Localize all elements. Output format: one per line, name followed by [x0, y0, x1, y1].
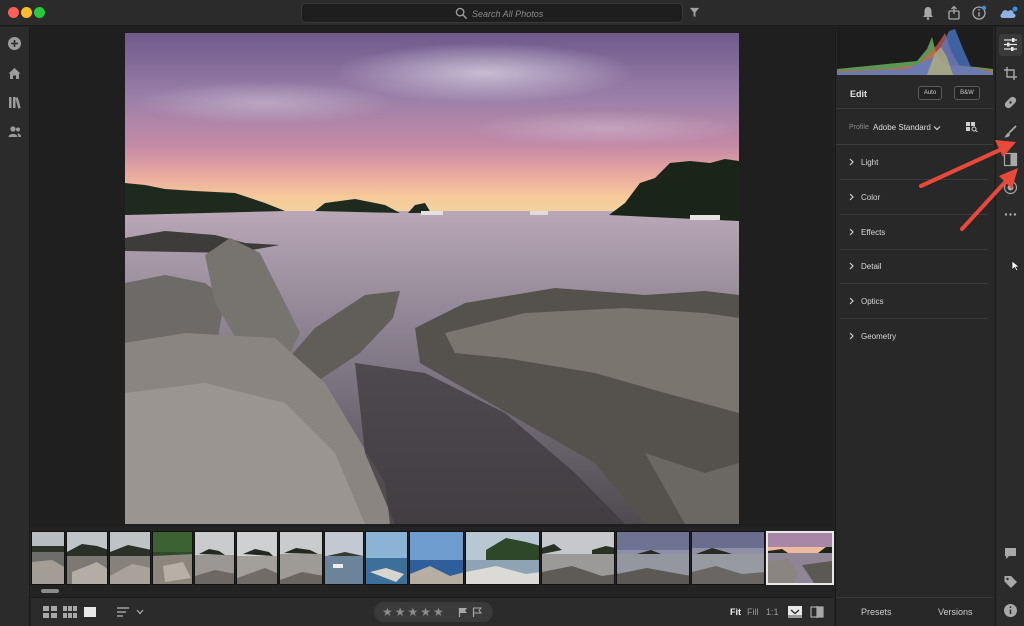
- filmstrip-thumbnail[interactable]: [324, 531, 364, 585]
- filmstrip-thumbnail[interactable]: [409, 531, 464, 585]
- flag-reject-icon[interactable]: [472, 607, 482, 617]
- versions-button[interactable]: Versions: [938, 607, 973, 617]
- chevron-right-icon: [849, 332, 854, 340]
- left-rail: [0, 27, 30, 626]
- filmstrip-thumbnail[interactable]: [194, 531, 235, 585]
- edit-panel: Edit Auto B&W Profile Adobe Standard Lig…: [835, 27, 994, 626]
- radial-gradient-icon[interactable]: [1003, 180, 1018, 195]
- profile-dropdown[interactable]: Adobe Standard: [873, 123, 931, 132]
- info-icon[interactable]: [971, 5, 987, 21]
- section-label: Color: [861, 193, 881, 202]
- lightroom-app: ★★★★★ Fit Fill 1:1: [0, 0, 1024, 626]
- landscape-photo-image: [125, 33, 739, 524]
- section-optics[interactable]: Optics: [836, 284, 993, 319]
- chevron-right-icon: [849, 297, 854, 305]
- mouse-cursor-icon: [1011, 260, 1021, 272]
- filter-icon[interactable]: [689, 7, 700, 18]
- filmstrip-scrollbar[interactable]: [41, 589, 59, 593]
- filmstrip-thumbnail[interactable]: [616, 531, 690, 585]
- window-close-button[interactable]: [8, 7, 19, 18]
- section-light[interactable]: Light: [836, 145, 993, 180]
- bell-icon[interactable]: [920, 5, 936, 21]
- chevron-right-icon: [849, 228, 854, 236]
- library-icon[interactable]: [7, 95, 22, 110]
- panel-divider: [836, 108, 993, 109]
- chevron-down-icon[interactable]: [135, 606, 145, 618]
- filmstrip-thumbnail[interactable]: [465, 531, 540, 585]
- histogram: [837, 27, 993, 75]
- zoom-fill-option[interactable]: Fill: [747, 607, 759, 617]
- section-label: Optics: [861, 297, 884, 306]
- filmstrip-thumbnail[interactable]: [109, 531, 151, 585]
- main-photo[interactable]: [125, 33, 739, 524]
- search-icon: [455, 7, 468, 20]
- zoom-1to1-option[interactable]: 1:1: [766, 607, 779, 617]
- filmstrip: [31, 527, 834, 597]
- home-icon[interactable]: [7, 66, 22, 81]
- chevron-right-icon: [849, 262, 854, 270]
- healing-icon[interactable]: [1003, 95, 1018, 110]
- flag-pick-icon[interactable]: [458, 607, 468, 617]
- people-icon[interactable]: [7, 124, 22, 139]
- compare-icon[interactable]: [810, 606, 824, 618]
- section-color[interactable]: Color: [836, 180, 993, 215]
- info-icon[interactable]: [1003, 603, 1018, 618]
- edit-sliders-icon[interactable]: [1003, 37, 1018, 52]
- section-geometry[interactable]: Geometry: [836, 319, 993, 354]
- profile-label: Profile: [849, 124, 869, 131]
- filmstrip-thumbnail[interactable]: [66, 531, 108, 585]
- single-view-icon[interactable]: [83, 606, 97, 618]
- chevron-right-icon: [849, 193, 854, 201]
- tool-strip: [995, 27, 1024, 626]
- section-effects[interactable]: Effects: [836, 215, 993, 250]
- filmstrip-thumbnail[interactable]: [236, 531, 278, 585]
- grid-small-icon[interactable]: [43, 606, 57, 618]
- sort-icon[interactable]: [116, 606, 130, 618]
- star-rating[interactable]: ★★★★★: [382, 605, 446, 619]
- section-detail[interactable]: Detail: [836, 249, 993, 284]
- profile-browser-icon[interactable]: [966, 122, 978, 132]
- rating-control: ★★★★★: [374, 602, 493, 622]
- add-photos-icon[interactable]: [7, 36, 22, 51]
- filmstrip-toggle-icon[interactable]: [788, 606, 802, 618]
- share-icon[interactable]: [946, 5, 962, 21]
- filmstrip-thumbnail[interactable]: [541, 531, 615, 585]
- section-label: Effects: [861, 228, 886, 237]
- comments-icon[interactable]: [1003, 546, 1018, 561]
- filmstrip-thumbnail[interactable]: [152, 531, 193, 585]
- section-label: Geometry: [861, 332, 897, 341]
- chevron-down-icon[interactable]: [933, 124, 941, 132]
- more-icon[interactable]: [1003, 207, 1018, 222]
- presets-button[interactable]: Presets: [861, 607, 892, 617]
- linear-gradient-icon[interactable]: [1003, 152, 1018, 167]
- filmstrip-thumbnail[interactable]: [31, 531, 65, 585]
- cloud-icon[interactable]: [998, 5, 1018, 21]
- filmstrip-thumbnail[interactable]: [365, 531, 408, 585]
- brush-icon[interactable]: [1003, 124, 1018, 139]
- filmstrip-thumbnail-selected[interactable]: [766, 531, 834, 585]
- filmstrip-thumbnail[interactable]: [279, 531, 323, 585]
- grid-large-icon[interactable]: [63, 606, 77, 618]
- bottom-toolbar: ★★★★★ Fit Fill 1:1: [31, 597, 834, 626]
- chevron-right-icon: [849, 158, 854, 166]
- filmstrip-thumbnail[interactable]: [691, 531, 765, 585]
- keyword-icon[interactable]: [1003, 574, 1018, 589]
- crop-icon[interactable]: [1003, 66, 1018, 81]
- search-input[interactable]: [472, 6, 652, 21]
- section-label: Light: [861, 158, 879, 167]
- edit-panel-title: Edit: [850, 89, 867, 99]
- bw-button[interactable]: B&W: [954, 86, 980, 100]
- section-label: Detail: [861, 262, 882, 271]
- zoom-fit-option[interactable]: Fit: [730, 607, 741, 617]
- panel-footer: Presets Versions: [836, 597, 993, 626]
- window-minimize-button[interactable]: [21, 7, 32, 18]
- window-maximize-button[interactable]: [34, 7, 45, 18]
- photo-canvas[interactable]: [31, 27, 834, 527]
- auto-button[interactable]: Auto: [918, 86, 942, 100]
- title-bar: [0, 0, 1024, 26]
- search-box[interactable]: [301, 3, 683, 23]
